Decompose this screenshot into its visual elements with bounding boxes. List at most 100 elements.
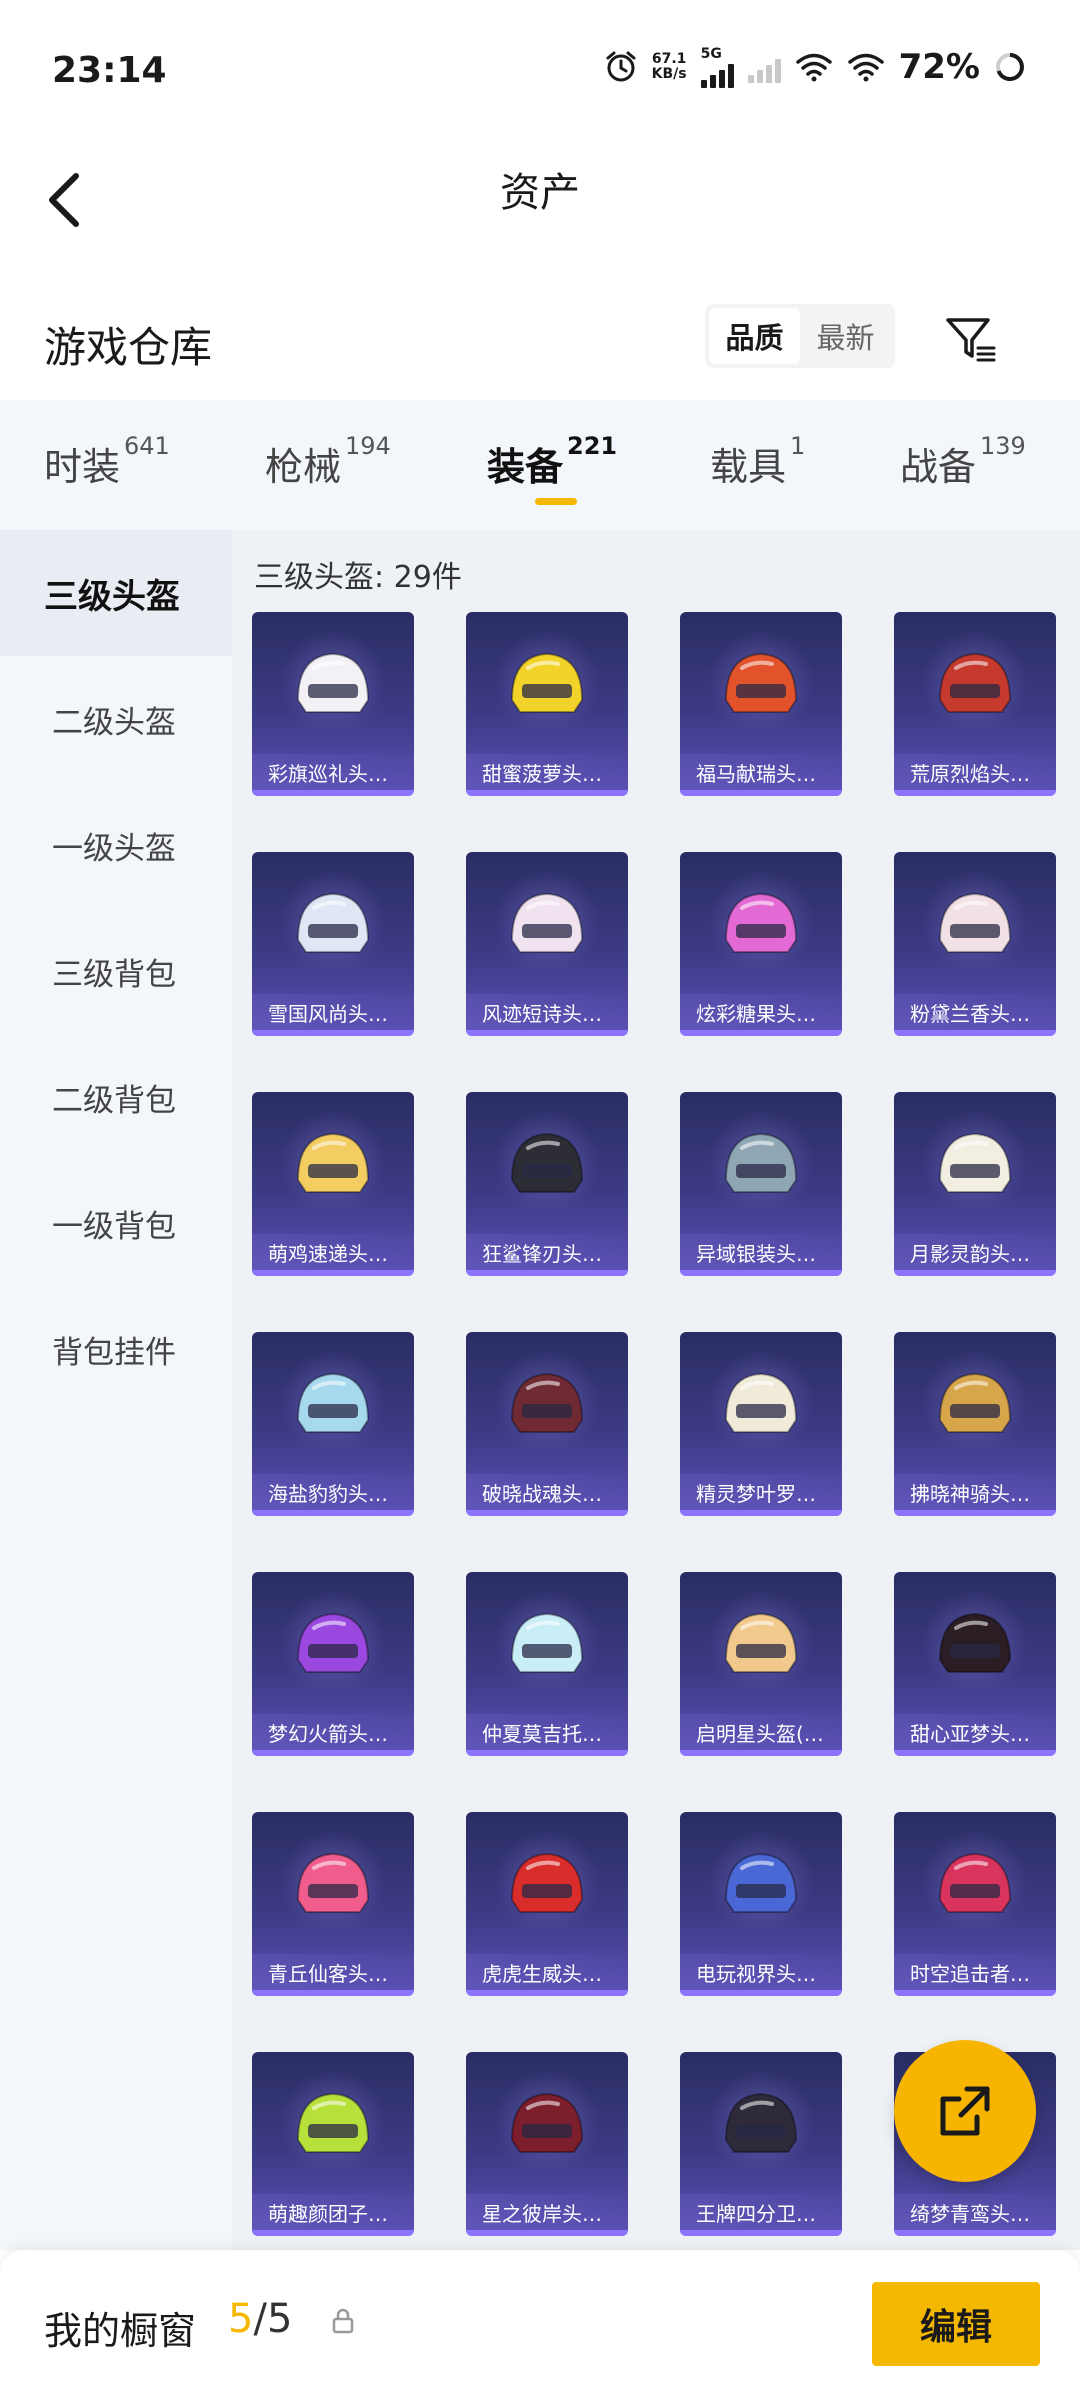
helmet-icon [510, 2092, 584, 2153]
helmet-icon [296, 1132, 370, 1193]
rarity-bar [680, 1030, 842, 1036]
helmet-item-card[interactable]: 月影灵韵头… [894, 1092, 1056, 1276]
signal-bars-icon [700, 62, 734, 88]
helmet-item-name: 海盐豹豹头… [252, 1474, 414, 1510]
rarity-bar [466, 1510, 628, 1516]
helmet-item-card[interactable]: 甜蜜菠萝头… [466, 612, 628, 796]
helmet-item-card[interactable]: 精灵梦叶罗… [680, 1332, 842, 1516]
sort-newest[interactable]: 最新 [800, 308, 891, 364]
helmet-item-card[interactable]: 时空追击者… [894, 1812, 1056, 1996]
helmet-icon [296, 892, 370, 953]
share-button[interactable] [894, 2040, 1036, 2182]
battery-percent: 72% [898, 47, 980, 87]
sort-quality[interactable]: 品质 [709, 308, 800, 364]
rarity-bar [252, 1030, 414, 1036]
item-count-label: 三级头盔: 29件 [254, 560, 462, 595]
helmet-item-card[interactable]: 虎虎生威头… [466, 1812, 628, 1996]
rarity-bar [680, 1990, 842, 1996]
rarity-bar [466, 2230, 628, 2236]
tab-supplies[interactable]: 战备 139 [900, 432, 1026, 491]
helmet-item-name: 时空追击者… [894, 1954, 1056, 1990]
page-title: 资产 [500, 170, 580, 216]
tab-firearms[interactable]: 枪械 194 [265, 432, 391, 491]
helmet-item-card[interactable]: 福马献瑞头… [680, 612, 842, 796]
helmet-item-card[interactable]: 破晓战魂头… [466, 1332, 628, 1516]
signal-bars-2-icon [747, 57, 781, 83]
top-nav: 资产 [0, 140, 1080, 270]
helmet-item-card[interactable]: 启明星头盔(… [680, 1572, 842, 1756]
helmet-item-name: 青丘仙客头… [252, 1954, 414, 1990]
rarity-bar [680, 790, 842, 796]
helmet-item-card[interactable]: 风迹短诗头… [466, 852, 628, 1036]
rarity-bar [252, 1750, 414, 1756]
helmet-icon [296, 1372, 370, 1433]
rarity-bar [894, 2230, 1056, 2236]
helmet-item-name: 炫彩糖果头… [680, 994, 842, 1030]
rarity-bar [894, 1030, 1056, 1036]
helmet-icon [938, 1612, 1012, 1673]
sidebar-item-level2-helmet[interactable]: 二级头盔 [0, 656, 232, 782]
sidebar-item-level2-backpack[interactable]: 二级背包 [0, 1034, 232, 1160]
helmet-item-card[interactable]: 雪国风尚头… [252, 852, 414, 1036]
helmet-item-name: 萌鸡速递头… [252, 1234, 414, 1270]
sidebar-item-backpack-charm[interactable]: 背包挂件 [0, 1286, 232, 1412]
helmet-item-card[interactable]: 星之彼岸头… [466, 2052, 628, 2236]
helmet-item-card[interactable]: 粉黛兰香头… [894, 852, 1056, 1036]
helmet-icon [724, 1372, 798, 1433]
tab-vehicles[interactable]: 载具 1 [710, 432, 805, 491]
helmet-item-card[interactable]: 荒原烈焰头… [894, 612, 1056, 796]
helmet-item-card[interactable]: 狂鲨锋刃头… [466, 1092, 628, 1276]
helmet-item-name: 彩旗巡礼头… [252, 754, 414, 790]
sidebar-item-level1-helmet[interactable]: 一级头盔 [0, 782, 232, 908]
helmet-item-name: 启明星头盔(… [680, 1714, 842, 1750]
helmet-icon [724, 1852, 798, 1913]
item-grid-panel: 三级头盔: 29件 彩旗巡礼头… 甜蜜菠萝头… 福马献瑞头… 荒原烈焰头… 雪国风尚头…… [232, 530, 1080, 2250]
helmet-icon [724, 652, 798, 713]
helmet-icon [938, 892, 1012, 953]
helmet-icon [510, 1852, 584, 1913]
alarm-icon [606, 51, 636, 82]
signal-5g: 5G [700, 46, 734, 88]
helmet-item-card[interactable]: 萌鸡速递头… [252, 1092, 414, 1276]
helmet-icon [296, 2092, 370, 2153]
helmet-item-card[interactable]: 梦幻火箭头… [252, 1572, 414, 1756]
warehouse-header: 游戏仓库 品质 最新 [0, 290, 1080, 400]
helmet-item-card[interactable]: 青丘仙客头… [252, 1812, 414, 1996]
sidebar-item-level1-backpack[interactable]: 一级背包 [0, 1160, 232, 1286]
category-tabs: 时装 641 枪械 194 装备 221 载具 1 战备 139 [0, 400, 1080, 530]
tab-fashion[interactable]: 时装 641 [44, 432, 170, 491]
helmet-icon [724, 1612, 798, 1673]
helmet-icon [724, 892, 798, 953]
helmet-icon [510, 1372, 584, 1433]
helmet-item-card[interactable]: 异域银装头… [680, 1092, 842, 1276]
helmet-item-card[interactable]: 炫彩糖果头… [680, 852, 842, 1036]
rarity-bar [680, 1750, 842, 1756]
sidebar-item-level3-helmet[interactable]: 三级头盔 [0, 530, 232, 656]
filter-icon[interactable] [942, 310, 998, 366]
wifi-icon [795, 53, 832, 82]
rarity-bar [894, 1750, 1056, 1756]
helmet-item-card[interactable]: 仲夏莫吉托… [466, 1572, 628, 1756]
rarity-bar [466, 1270, 628, 1276]
helmet-item-name: 星之彼岸头… [466, 2194, 628, 2230]
status-icons: 67.1 KB/s 5G 72% [604, 46, 1026, 88]
helmet-item-card[interactable]: 电玩视界头… [680, 1812, 842, 1996]
helmet-item-card[interactable]: 拂晓神骑头… [894, 1332, 1056, 1516]
helmet-icon [296, 652, 370, 713]
rarity-bar [894, 1510, 1056, 1516]
helmet-item-name: 甜心亚梦头… [894, 1714, 1056, 1750]
helmet-item-card[interactable]: 海盐豹豹头… [252, 1332, 414, 1516]
helmet-item-card[interactable]: 甜心亚梦头… [894, 1572, 1056, 1756]
helmet-icon [938, 1372, 1012, 1433]
edit-button[interactable]: 编辑 [872, 2282, 1040, 2366]
sidebar-item-level3-backpack[interactable]: 三级背包 [0, 908, 232, 1034]
net-speed: 67.1 KB/s [651, 51, 687, 82]
helmet-item-name: 王牌四分卫… [680, 2194, 842, 2230]
tab-equipment[interactable]: 装备 221 [487, 432, 617, 491]
helmet-item-name: 粉黛兰香头… [894, 994, 1056, 1030]
helmet-item-card[interactable]: 王牌四分卫… [680, 2052, 842, 2236]
helmet-item-card[interactable]: 彩旗巡礼头… [252, 612, 414, 796]
helmet-item-card[interactable]: 萌趣颜团子… [252, 2052, 414, 2236]
helmet-icon [510, 1612, 584, 1673]
rarity-bar [680, 1510, 842, 1516]
